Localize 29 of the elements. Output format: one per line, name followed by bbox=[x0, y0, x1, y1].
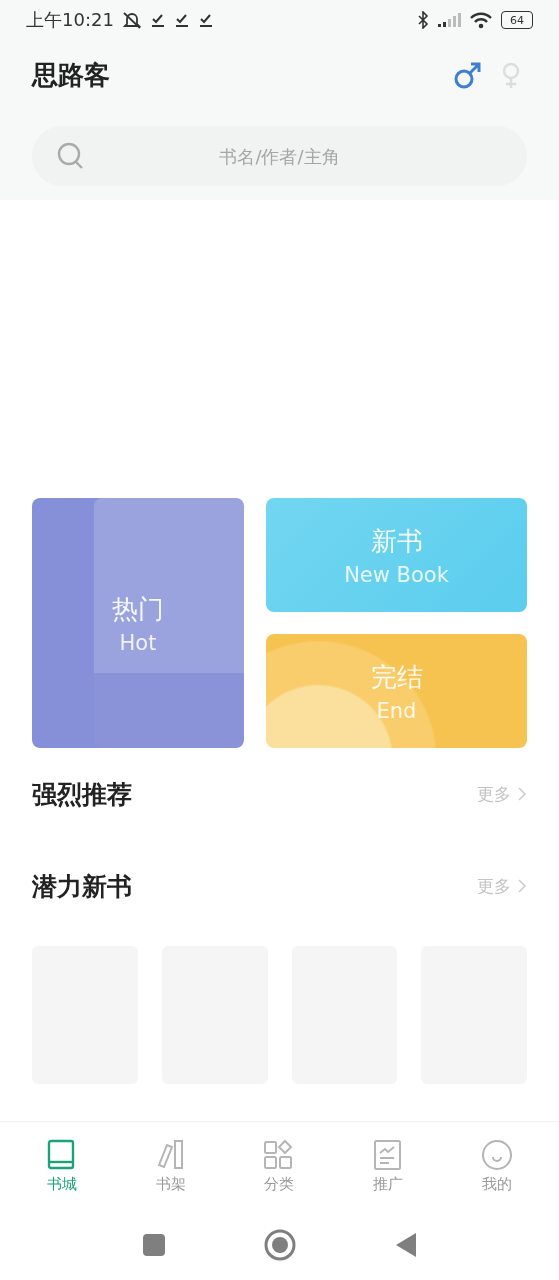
app-title: 思路客 bbox=[32, 58, 110, 92]
tab[interactable]: 我的 bbox=[461, 1138, 532, 1194]
muted-bell-icon bbox=[121, 11, 142, 29]
download-done-icon bbox=[173, 12, 190, 28]
new-books-category-card[interactable]: 新书 New Book bbox=[266, 498, 527, 612]
chevron-right-icon bbox=[517, 787, 527, 801]
home-button[interactable] bbox=[263, 1229, 296, 1261]
battery-indicator: 64 bbox=[501, 11, 533, 29]
bluetooth-icon bbox=[417, 11, 429, 29]
more-link[interactable]: 更多 bbox=[477, 782, 527, 806]
wifi-icon bbox=[469, 11, 493, 29]
download-done-icon bbox=[149, 12, 166, 28]
search-field[interactable]: 书名/作者/主角 bbox=[32, 126, 527, 186]
recent-apps-button[interactable] bbox=[141, 1233, 166, 1257]
tab[interactable]: 书架 bbox=[135, 1138, 206, 1194]
status-time: 上午10:21 bbox=[26, 8, 114, 32]
signal-icon bbox=[437, 13, 461, 27]
more-link[interactable]: 更多 bbox=[477, 874, 527, 898]
tab[interactable]: 书城 bbox=[27, 1138, 98, 1194]
completed-category-card[interactable]: 完结 End bbox=[266, 634, 527, 748]
male-symbol-icon[interactable] bbox=[453, 60, 483, 90]
section-title: 潜力新书 bbox=[32, 870, 132, 903]
section-title: 强烈推荐 bbox=[32, 778, 132, 811]
tab[interactable]: 推广 bbox=[353, 1138, 424, 1194]
chevron-right-icon bbox=[517, 879, 527, 893]
hot-category-card[interactable]: 热门 Hot bbox=[32, 498, 244, 748]
tab[interactable]: 分类 bbox=[244, 1138, 315, 1194]
smiley-icon bbox=[480, 1138, 513, 1171]
download-done-icon bbox=[197, 12, 214, 28]
